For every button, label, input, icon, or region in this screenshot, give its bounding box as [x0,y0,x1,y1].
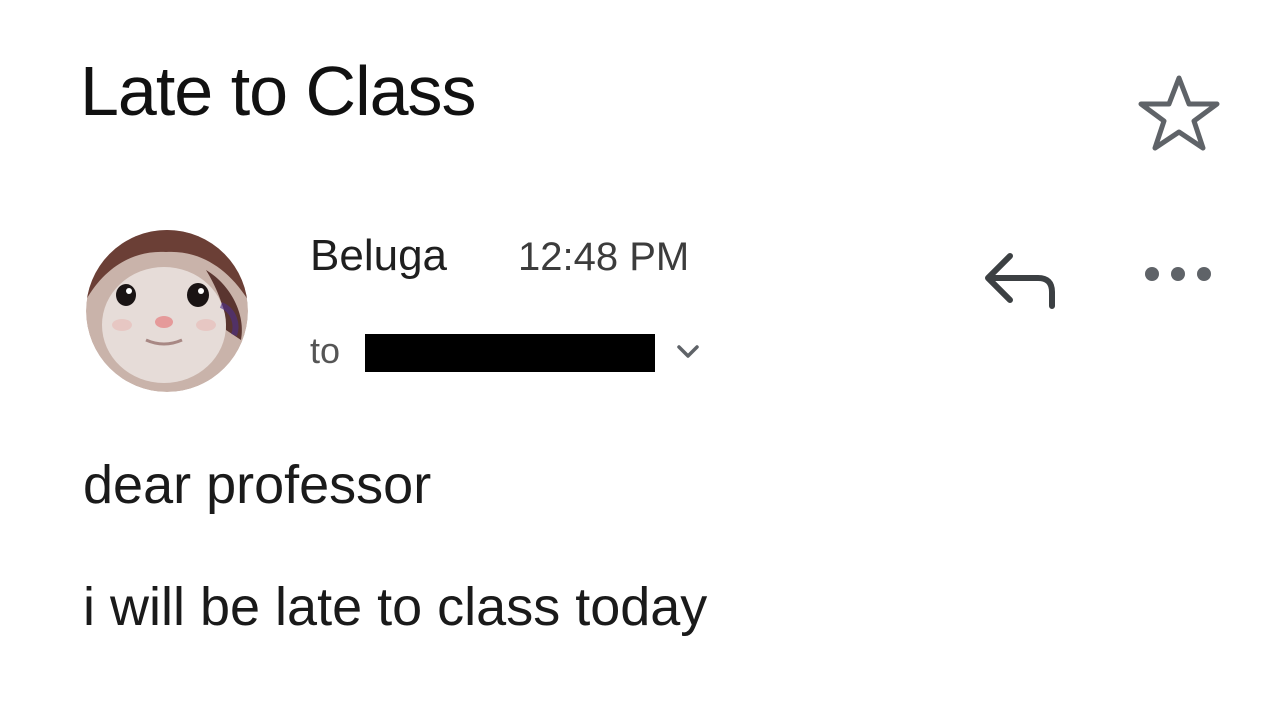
sender-avatar[interactable] [86,230,248,392]
more-options-icon[interactable] [1140,262,1216,286]
email-view: Late to Class Beluga 12:48 PM to dear pr… [0,0,1280,720]
email-subject: Late to Class [80,52,477,130]
recipient-label: to [310,330,341,371]
recipient-redacted [365,334,655,372]
email-body-line: dear professor [83,455,432,515]
email-body-line: i will be late to class today [83,577,708,637]
star-icon[interactable] [1136,72,1222,154]
sender-name: Beluga [310,231,448,280]
reply-icon[interactable] [980,248,1062,310]
chevron-down-icon[interactable] [674,338,702,364]
email-time: 12:48 PM [518,235,690,279]
